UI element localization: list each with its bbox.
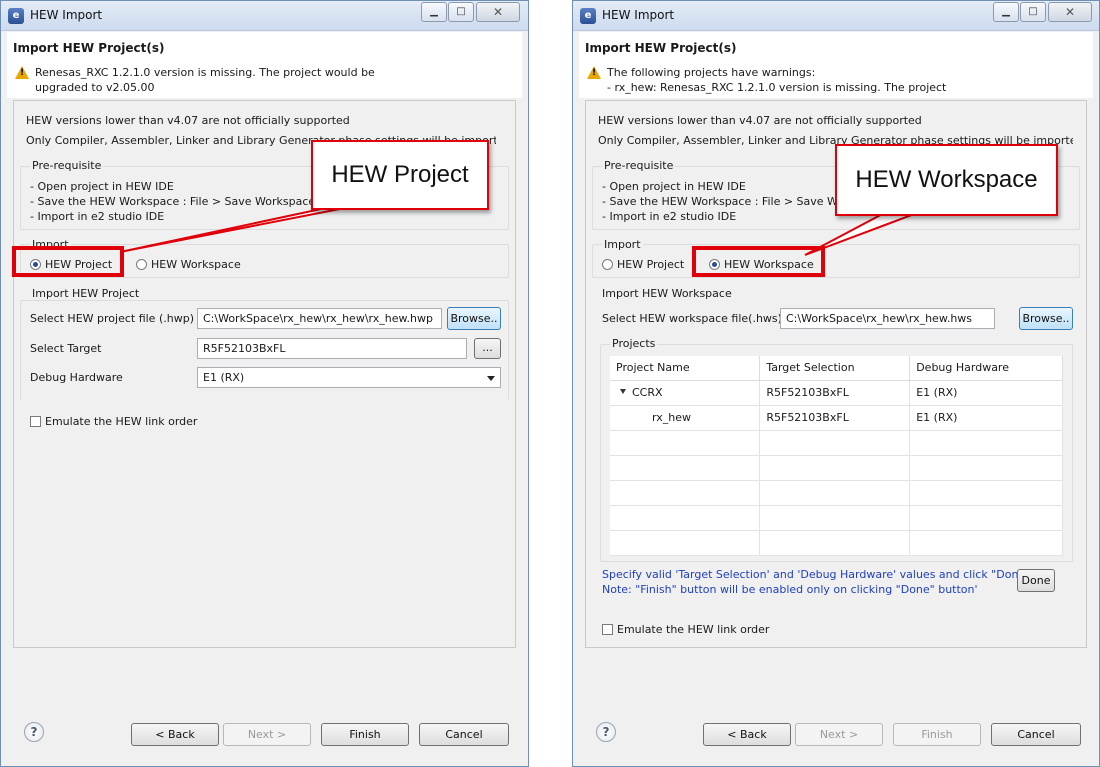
select-target-label: Select Target bbox=[30, 342, 102, 355]
debug-hardware-label: Debug Hardware bbox=[30, 371, 123, 384]
eclipse-app-icon: e bbox=[580, 8, 596, 24]
target-select-button[interactable]: ... bbox=[474, 338, 501, 359]
browse-button[interactable]: Browse.. bbox=[1019, 307, 1073, 330]
table-row-empty bbox=[610, 505, 1063, 531]
finish-button[interactable]: Finish bbox=[321, 723, 409, 746]
column-header-target-selection[interactable]: Target Selection bbox=[759, 356, 911, 381]
column-header-debug-hardware[interactable]: Debug Hardware bbox=[909, 356, 1063, 381]
hew-import-dialog-workspace: e HEW Import ▁ □ ✕ Import HEW Project(s)… bbox=[572, 0, 1100, 767]
emulate-link-order-checkbox[interactable]: Emulate the HEW link order bbox=[602, 623, 769, 636]
project-file-input[interactable]: C:\WorkSpace\rx_hew\rx_hew\rx_hew.hwp bbox=[197, 308, 442, 329]
debug-hardware-select[interactable]: E1 (RX) bbox=[197, 367, 501, 388]
select-workspace-file-label: Select HEW workspace file(.hws): bbox=[602, 312, 786, 325]
workspace-file-input[interactable]: C:\WorkSpace\rx_hew\rx_hew.hws bbox=[780, 308, 995, 329]
warning-icon: ! bbox=[587, 66, 601, 79]
target-input[interactable]: R5F52103BxFL bbox=[197, 338, 467, 359]
projects-label: Projects bbox=[610, 337, 658, 350]
close-button[interactable]: ✕ bbox=[1048, 2, 1092, 22]
table-row[interactable]: CCRX R5F52103BxFL E1 (RX) bbox=[610, 380, 1063, 406]
checkbox-unchecked-icon bbox=[30, 416, 41, 427]
cancel-button[interactable]: Cancel bbox=[419, 723, 509, 746]
table-row-empty bbox=[610, 455, 1063, 481]
close-icon: ✕ bbox=[492, 5, 504, 19]
chevron-down-icon bbox=[487, 376, 495, 381]
debug-cell[interactable]: E1 (RX) bbox=[909, 405, 1063, 431]
browse-button[interactable]: Browse.. bbox=[447, 307, 501, 330]
project-name-cell: CCRX bbox=[632, 386, 663, 399]
hew-import-dialog-project: e HEW Import ▁ □ ✕ Import HEW Project(s)… bbox=[0, 0, 529, 767]
minimize-icon: ▁ bbox=[430, 6, 438, 17]
import-workspace-label: Import HEW Workspace bbox=[602, 287, 732, 300]
finish-button[interactable]: Finish bbox=[893, 723, 981, 746]
prerequisite-label: Pre-requisite bbox=[602, 159, 676, 172]
select-file-label: Select HEW project file (.hwp) : bbox=[30, 312, 202, 325]
cancel-button[interactable]: Cancel bbox=[991, 723, 1081, 746]
warning-message: The following projects have warnings: - … bbox=[607, 66, 947, 94]
window-title: HEW Import bbox=[602, 8, 675, 22]
help-icon[interactable]: ? bbox=[596, 722, 616, 742]
callout-hew-project: HEW Project bbox=[311, 140, 489, 210]
close-button[interactable]: ✕ bbox=[476, 2, 520, 22]
radio-unselected-icon bbox=[602, 259, 613, 270]
table-header-row: Project Name Target Selection Debug Hard… bbox=[610, 356, 1063, 381]
close-icon: ✕ bbox=[1064, 5, 1076, 19]
page-title: Import HEW Project(s) bbox=[13, 41, 165, 55]
minimize-icon: ▁ bbox=[1002, 6, 1010, 17]
help-icon[interactable]: ? bbox=[24, 722, 44, 742]
done-button[interactable]: Done bbox=[1017, 569, 1055, 592]
warning-message: Renesas_RXC 1.2.1.0 version is missing. … bbox=[35, 66, 375, 94]
prereq-item: - Import in e2 studio IDE bbox=[30, 210, 165, 223]
prereq-item: - Save the HEW Workspace : File > Save W… bbox=[30, 195, 316, 208]
back-button[interactable]: < Back bbox=[703, 723, 791, 746]
highlight-hew-project bbox=[12, 246, 124, 277]
note-message: Note: "Finish" button will be enabled on… bbox=[602, 583, 978, 596]
radio-unselected-icon bbox=[136, 259, 147, 270]
table-row-empty bbox=[610, 430, 1063, 456]
minimize-button[interactable]: ▁ bbox=[421, 2, 447, 22]
window-title: HEW Import bbox=[30, 8, 103, 22]
next-button[interactable]: Next > bbox=[223, 723, 311, 746]
maximize-button[interactable]: □ bbox=[448, 2, 474, 22]
column-header-project-name[interactable]: Project Name bbox=[610, 356, 761, 381]
warning-icon: ! bbox=[15, 66, 29, 79]
maximize-button[interactable]: □ bbox=[1020, 2, 1046, 22]
maximize-icon: □ bbox=[1028, 6, 1038, 17]
table-row[interactable]: rx_hew R5F52103BxFL E1 (RX) bbox=[610, 405, 1063, 431]
page-title: Import HEW Project(s) bbox=[585, 41, 737, 55]
target-cell[interactable]: R5F52103BxFL bbox=[759, 380, 911, 406]
prerequisite-label: Pre-requisite bbox=[30, 159, 104, 172]
table-row-empty bbox=[610, 480, 1063, 506]
radio-hew-project[interactable]: HEW Project bbox=[602, 258, 684, 271]
title-bar[interactable]: e HEW Import ▁ □ ✕ bbox=[573, 1, 1099, 31]
checkbox-unchecked-icon bbox=[602, 624, 613, 635]
wizard-header: Import HEW Project(s) ! The following pr… bbox=[579, 32, 1093, 98]
version-note: HEW versions lower than v4.07 are not of… bbox=[26, 114, 350, 127]
target-cell[interactable]: R5F52103BxFL bbox=[759, 405, 911, 431]
projects-table: Project Name Target Selection Debug Hard… bbox=[610, 356, 1063, 556]
table-row-empty bbox=[610, 530, 1063, 556]
highlight-hew-workspace bbox=[692, 246, 825, 277]
wizard-header: Import HEW Project(s) ! Renesas_RXC 1.2.… bbox=[7, 32, 522, 98]
minimize-button[interactable]: ▁ bbox=[993, 2, 1019, 22]
import-project-label: Import HEW Project bbox=[30, 287, 142, 300]
tree-expanded-icon[interactable] bbox=[620, 389, 626, 394]
emulate-link-order-checkbox[interactable]: Emulate the HEW link order bbox=[30, 415, 197, 428]
version-note: HEW versions lower than v4.07 are not of… bbox=[598, 114, 922, 127]
radio-hew-workspace[interactable]: HEW Workspace bbox=[136, 258, 241, 271]
prereq-item: - Open project in HEW IDE bbox=[602, 180, 746, 193]
callout-hew-workspace: HEW Workspace bbox=[835, 144, 1058, 216]
eclipse-app-icon: e bbox=[8, 8, 24, 24]
maximize-icon: □ bbox=[456, 6, 466, 17]
prereq-item: - Open project in HEW IDE bbox=[30, 180, 174, 193]
title-bar[interactable]: e HEW Import ▁ □ ✕ bbox=[1, 1, 528, 31]
next-button[interactable]: Next > bbox=[795, 723, 883, 746]
debug-cell[interactable]: E1 (RX) bbox=[909, 380, 1063, 406]
project-name-cell: rx_hew bbox=[610, 405, 761, 431]
import-label: Import bbox=[602, 238, 643, 251]
prereq-item: - Import in e2 studio IDE bbox=[602, 210, 737, 223]
back-button[interactable]: < Back bbox=[131, 723, 219, 746]
info-message: Specify valid 'Target Selection' and 'De… bbox=[602, 568, 1034, 581]
